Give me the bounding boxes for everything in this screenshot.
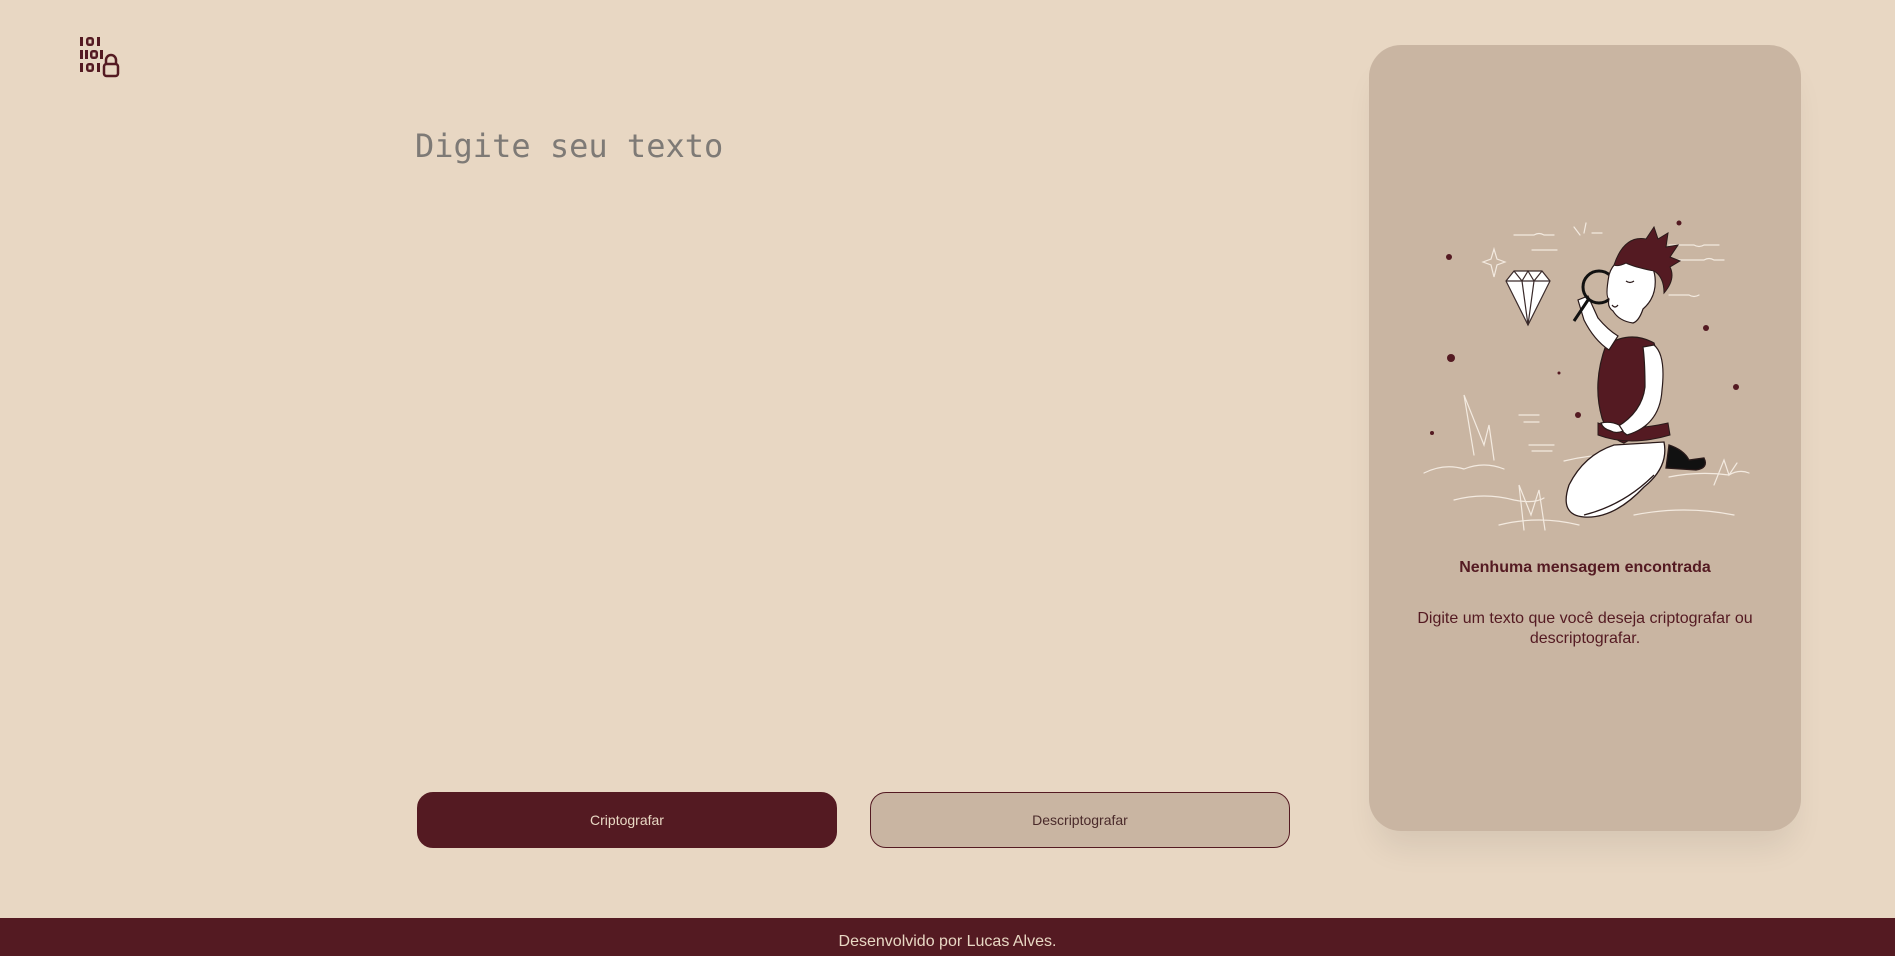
page: Criptografar Descriptografar — [0, 0, 1895, 956]
decrypt-button[interactable]: Descriptografar — [870, 792, 1290, 848]
footer: Desenvolvido por Lucas Alves. — [0, 918, 1895, 956]
person-with-magnifying-glass-illustration — [1414, 215, 1759, 535]
empty-state-message: Digite um texto que você deseja criptogr… — [1417, 610, 1753, 647]
output-panel: Nenhuma mensagem encontrada Digite um te… — [1369, 45, 1801, 831]
message-input[interactable] — [415, 120, 1295, 760]
empty-state-title: Nenhuma mensagem encontrada — [1459, 559, 1711, 576]
encrypt-button[interactable]: Criptografar — [417, 792, 837, 848]
binary-lock-icon — [78, 34, 122, 78]
footer-credit: Desenvolvido por Lucas Alves. — [838, 933, 1057, 950]
